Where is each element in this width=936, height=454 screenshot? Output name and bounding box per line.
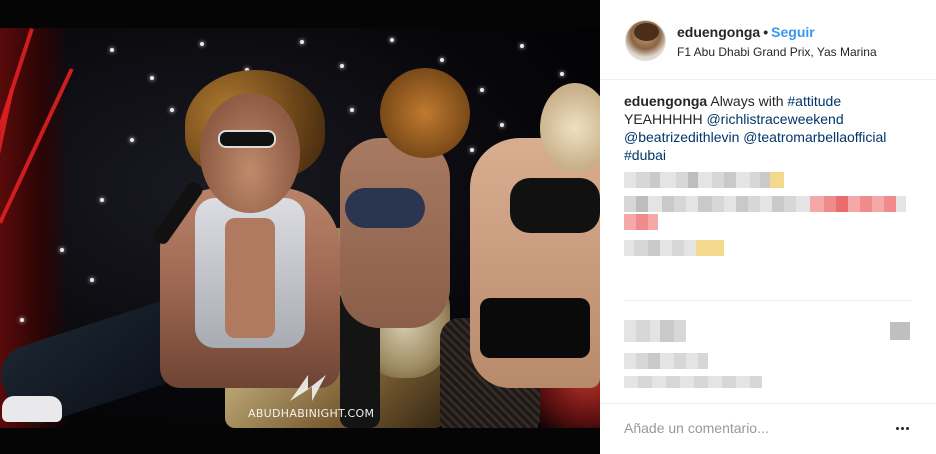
- hashtag-link[interactable]: #attitude: [787, 93, 841, 109]
- username-link[interactable]: eduengonga: [677, 24, 760, 40]
- post-photo[interactable]: ABUDHABINIGHT.COM: [0, 28, 600, 428]
- divider: [624, 300, 912, 301]
- photo-letterbox-top: [0, 0, 600, 28]
- separator-dot: •: [763, 24, 769, 40]
- blurred-timestamp: [624, 376, 762, 388]
- stage-star-light: [20, 318, 24, 322]
- stage-star-light: [480, 88, 484, 92]
- blurred-save-icon: [890, 322, 910, 340]
- blurred-comment: [624, 196, 906, 212]
- post-photo-pane: ABUDHABINIGHT.COM: [0, 0, 600, 454]
- dancer-bottom: [480, 298, 590, 358]
- stage-star-light: [60, 248, 64, 252]
- stage-star-light: [560, 72, 564, 76]
- singer-head: [200, 93, 300, 213]
- location-link[interactable]: F1 Abu Dhabi Grand Prix, Yas Marina: [677, 45, 877, 59]
- header-user-line: eduengonga • Seguir: [677, 24, 815, 40]
- blurred-comment: [624, 214, 658, 230]
- post-caption: eduengonga Always with #attitude YEAHHHH…: [624, 92, 914, 164]
- more-dot: [905, 426, 909, 430]
- dancer-body: [340, 138, 450, 328]
- stage-star-light: [200, 42, 204, 46]
- dancer-top: [510, 178, 600, 233]
- blurred-action-icons: [624, 320, 686, 342]
- avatar-hair: [634, 23, 659, 41]
- stage-star-light: [100, 198, 104, 202]
- blurred-likes-count: [624, 353, 708, 369]
- more-dot: [900, 426, 904, 430]
- blurred-comment: [624, 240, 724, 256]
- sunglasses: [218, 130, 276, 148]
- avatar[interactable]: [625, 20, 666, 61]
- stage-star-light: [390, 38, 394, 42]
- stage-star-light: [300, 40, 304, 44]
- mention-link[interactable]: @beatrizedithlevin: [624, 129, 739, 145]
- singer-shoe: [2, 396, 62, 422]
- stage-star-light: [470, 148, 474, 152]
- mention-link[interactable]: @teatromarbellaofficial: [743, 129, 886, 145]
- stage-star-light: [350, 108, 354, 112]
- post-side-panel: eduengonga • Seguir F1 Abu Dhabi Grand Pri…: [600, 0, 936, 454]
- post-header: eduengonga • Seguir F1 Abu Dhabi Grand Pri…: [600, 0, 936, 80]
- caption-text: YEAHHHHH: [624, 111, 703, 127]
- more-dot: [895, 426, 899, 430]
- comment-bar: [600, 403, 936, 454]
- follow-button[interactable]: Seguir: [771, 24, 815, 40]
- hashtag-link[interactable]: #dubai: [624, 147, 666, 163]
- dancer-top: [345, 188, 425, 228]
- more-options-icon[interactable]: [892, 420, 912, 436]
- caption-text: Always with: [710, 93, 784, 109]
- stage-star-light: [150, 76, 154, 80]
- stage-star-light: [340, 64, 344, 68]
- caption-username[interactable]: eduengonga: [624, 93, 707, 109]
- photo-watermark: ABUDHABINIGHT.COM: [248, 371, 375, 420]
- abudhabinight-logo-icon: [290, 375, 326, 401]
- watermark-text: ABUDHABINIGHT.COM: [248, 407, 375, 420]
- stage-star-light: [170, 108, 174, 112]
- stage-star-light: [90, 278, 94, 282]
- stage-star-light: [500, 123, 504, 127]
- stage-star-light: [520, 44, 524, 48]
- dancer-hair: [380, 68, 470, 158]
- stage-star-light: [110, 48, 114, 52]
- singer-chest: [225, 218, 275, 338]
- mention-link[interactable]: @richlistraceweekend: [706, 111, 843, 127]
- blurred-comment: [624, 172, 784, 188]
- photo-letterbox-bottom: [0, 428, 600, 454]
- comment-input[interactable]: [624, 418, 874, 438]
- stage-star-light: [130, 138, 134, 142]
- stage-star-light: [440, 58, 444, 62]
